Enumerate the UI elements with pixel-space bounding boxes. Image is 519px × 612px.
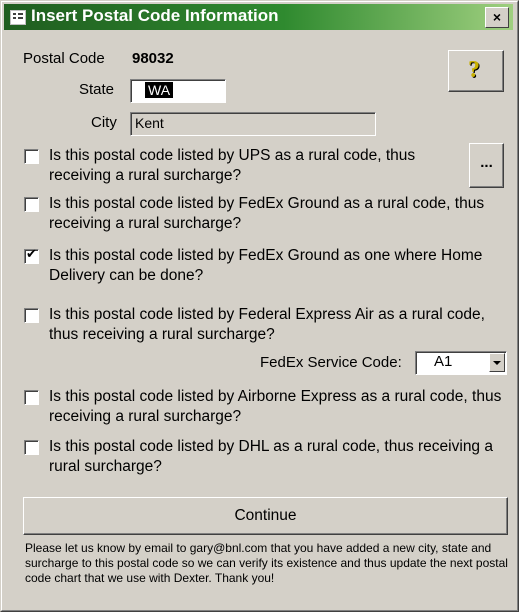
ups-rural-checkbox[interactable] — [24, 149, 39, 164]
footer-note: Please let us know by email to gary@bnl.… — [25, 541, 508, 585]
state-value: WA — [145, 82, 174, 98]
airborne-rural-checkbox[interactable] — [24, 390, 39, 405]
ups-rural-question: Is this postal code listed by UPS as a r… — [49, 147, 416, 184]
fedex-service-code-label: FedEx Service Code: — [260, 354, 402, 371]
fedex-home-delivery-checkbox[interactable]: ✔ — [24, 247, 39, 264]
title-bar[interactable]: Insert Postal Code Information × — [4, 4, 513, 30]
fedex-home-delivery-question: Is this postal code listed by FedEx Grou… — [49, 247, 483, 284]
state-input[interactable]: WA — [130, 79, 226, 103]
postal-code-label: Postal Code — [23, 50, 105, 67]
chevron-down-icon[interactable] — [489, 353, 505, 372]
continue-button[interactable]: Continue — [23, 497, 508, 535]
more-options-button[interactable]: ... — [469, 143, 504, 188]
fedex-air-rural-checkbox[interactable] — [24, 308, 39, 323]
dialog-window: Insert Postal Code Information × Postal … — [0, 0, 519, 612]
dhl-rural-question: Is this postal code listed by DHL as a r… — [49, 438, 493, 475]
fedex-ground-rural-checkbox[interactable] — [24, 197, 39, 212]
checkmark-icon: ✔ — [26, 247, 37, 262]
form-icon — [10, 10, 26, 25]
city-input[interactable]: Kent — [130, 112, 376, 136]
airborne-rural-question: Is this postal code listed by Airborne E… — [49, 388, 502, 425]
city-label: City — [91, 114, 117, 131]
fedex-service-code-select[interactable]: A1 — [415, 351, 507, 375]
fedex-service-code-value: A1 — [434, 353, 453, 370]
window-title: Insert Postal Code Information — [31, 6, 279, 25]
help-key-icon: ? — [468, 57, 480, 83]
state-label: State — [79, 81, 115, 98]
fedex-ground-rural-question: Is this postal code listed by FedEx Grou… — [49, 195, 485, 232]
dhl-rural-checkbox[interactable] — [24, 440, 39, 455]
fedex-air-rural-question: Is this postal code listed by Federal Ex… — [49, 306, 485, 343]
close-button[interactable]: × — [485, 7, 509, 28]
postal-code-value: 98032 — [132, 50, 174, 67]
help-button[interactable]: ? — [448, 50, 504, 92]
